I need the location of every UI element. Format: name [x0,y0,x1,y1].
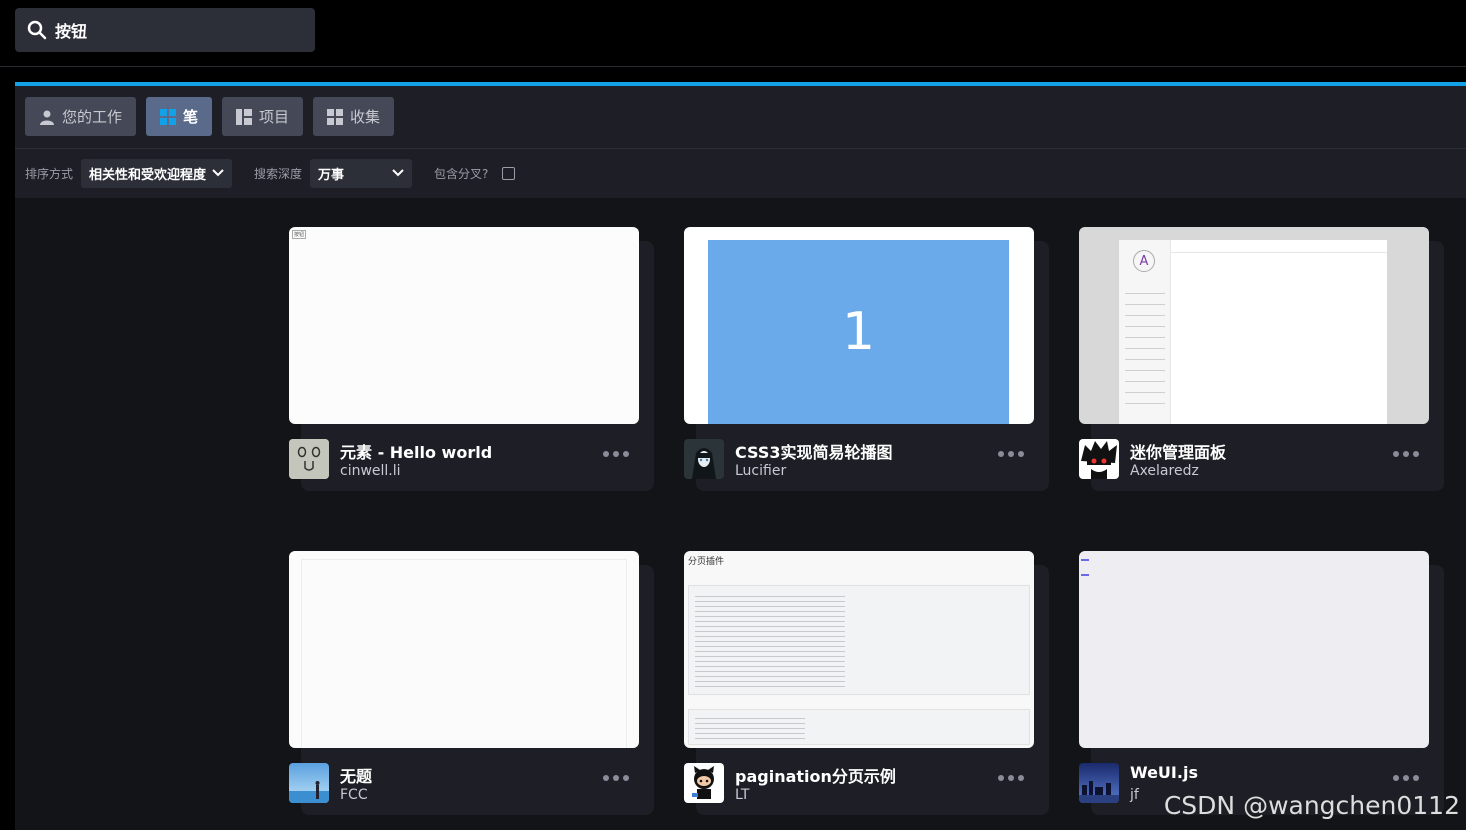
project-icon [236,108,253,125]
pen-card[interactable]: 分页插件 pagination分页示例 LT [684,551,1049,815]
avatar[interactable] [1079,763,1119,803]
admin-panel-preview: A [1119,240,1387,424]
search-input[interactable] [55,20,295,40]
pen-card[interactable]: WeUI.js jf [1079,551,1444,815]
card-meta: 迷你管理面板 Axelaredz [1079,439,1429,479]
avatar[interactable] [1079,439,1119,479]
chevron-down-icon [212,169,224,177]
depth-label: 搜索深度 [254,166,303,181]
preview-link [1081,559,1089,561]
cartoon-avatar-icon [1079,439,1119,479]
pen-title[interactable]: pagination分页示例 [735,763,896,787]
code-block [688,709,1030,745]
sort-value: 相关性和受欢迎程度 [89,167,207,183]
pen-card[interactable]: 按钮 元素 - Hello world cinwell.li [289,227,654,491]
more-options-icon[interactable] [1393,775,1419,781]
pen-author[interactable]: cinwell.li [340,463,401,479]
preview-heading: 分页插件 [688,557,725,567]
tab-pens[interactable]: 笔 [146,97,213,136]
preview-button-label: 按钮 [292,230,307,239]
search-box[interactable] [15,8,315,52]
tab-projects[interactable]: 项目 [222,97,304,136]
tab-label: 您的工作 [62,108,123,126]
slide-number: 1 [708,240,1009,424]
code-lines [695,592,845,688]
grid-icon [160,108,177,125]
face-avatar-icon [289,439,329,479]
chevron-down-icon [392,169,404,177]
pen-preview[interactable]: 分页插件 [684,551,1034,748]
pen-title[interactable]: 无题 [340,763,372,787]
pen-author[interactable]: LT [735,787,749,803]
collection-icon [327,108,344,125]
preview-link [1081,574,1089,576]
city-avatar-icon [1079,763,1119,803]
pen-title[interactable]: 迷你管理面板 [1130,439,1226,463]
pen-title[interactable]: CSS3实现简易轮播图 [735,439,893,463]
tab-your-work[interactable]: 您的工作 [25,97,137,136]
pen-title[interactable]: 元素 - Hello world [340,439,492,463]
preview-frame [301,559,627,748]
fork-label: 包含分叉? [434,166,489,181]
avatar[interactable] [289,439,329,479]
pen-title[interactable]: WeUI.js [1130,763,1198,782]
pen-author[interactable]: jf [1130,787,1139,803]
avatar[interactable] [684,763,724,803]
top-bar [0,0,1466,67]
admin-logo: A [1133,250,1155,272]
card-meta: 无题 FCC [289,763,639,803]
admin-header [1171,240,1387,253]
divider [15,148,1466,149]
card-meta: pagination分页示例 LT [684,763,1034,803]
filter-row: 排序方式 相关性和受欢迎程度 搜索深度 万事 包含分叉? [25,158,516,188]
pen-author[interactable]: Lucifier [735,463,786,479]
pen-author[interactable]: Axelaredz [1130,463,1199,479]
person-icon [40,110,54,125]
anime-avatar-icon [684,439,724,479]
card-meta: 元素 - Hello world cinwell.li [289,439,639,479]
more-options-icon[interactable] [998,775,1024,781]
results-grid: 按钮 元素 - Hello world cinwell.li 1 CSS3实现简… [15,198,1466,830]
tab-label: 项目 [259,108,290,126]
watermark: CSDN @wangchen0112 [1163,791,1460,820]
sort-label: 排序方式 [25,166,74,181]
more-options-icon[interactable] [998,451,1024,457]
pen-preview[interactable]: A [1079,227,1429,424]
avatar[interactable] [289,763,329,803]
beach-avatar-icon [289,763,329,803]
tab-collections[interactable]: 收集 [313,97,395,136]
more-options-icon[interactable] [603,451,629,457]
card-meta: CSS3实现简易轮播图 Lucifier [684,439,1034,479]
avatar[interactable] [684,439,724,479]
code-block [688,585,1030,695]
result-tabs: 您的工作 笔 项目 收集 [25,97,395,136]
pen-preview[interactable]: 按钮 [289,227,639,424]
search-icon [27,20,47,40]
pen-card[interactable]: 无题 FCC [289,551,654,815]
sort-select[interactable]: 相关性和受欢迎程度 [81,158,233,188]
admin-menu-lines [1125,284,1165,404]
github-octocat-icon [684,763,724,803]
code-lines [695,714,805,742]
tab-label: 笔 [183,108,199,126]
more-options-icon[interactable] [1393,451,1419,457]
depth-value: 万事 [318,167,345,183]
depth-select[interactable]: 万事 [310,158,413,188]
search-panel: 您的工作 笔 项目 收集 排序方式 相关性和受欢迎程度 搜索深度 万事 包含分叉… [15,82,1466,198]
pen-preview[interactable]: 1 [684,227,1034,424]
tab-label: 收集 [350,108,381,126]
pen-preview[interactable] [289,551,639,748]
pen-preview[interactable] [1079,551,1429,748]
pen-card[interactable]: A 迷你管理面板 Axelaredz [1079,227,1444,491]
pen-author[interactable]: FCC [340,787,368,803]
pen-card[interactable]: 1 CSS3实现简易轮播图 Lucifier [684,227,1049,491]
admin-sidebar: A [1119,240,1171,424]
fork-checkbox[interactable] [502,166,516,180]
more-options-icon[interactable] [603,775,629,781]
